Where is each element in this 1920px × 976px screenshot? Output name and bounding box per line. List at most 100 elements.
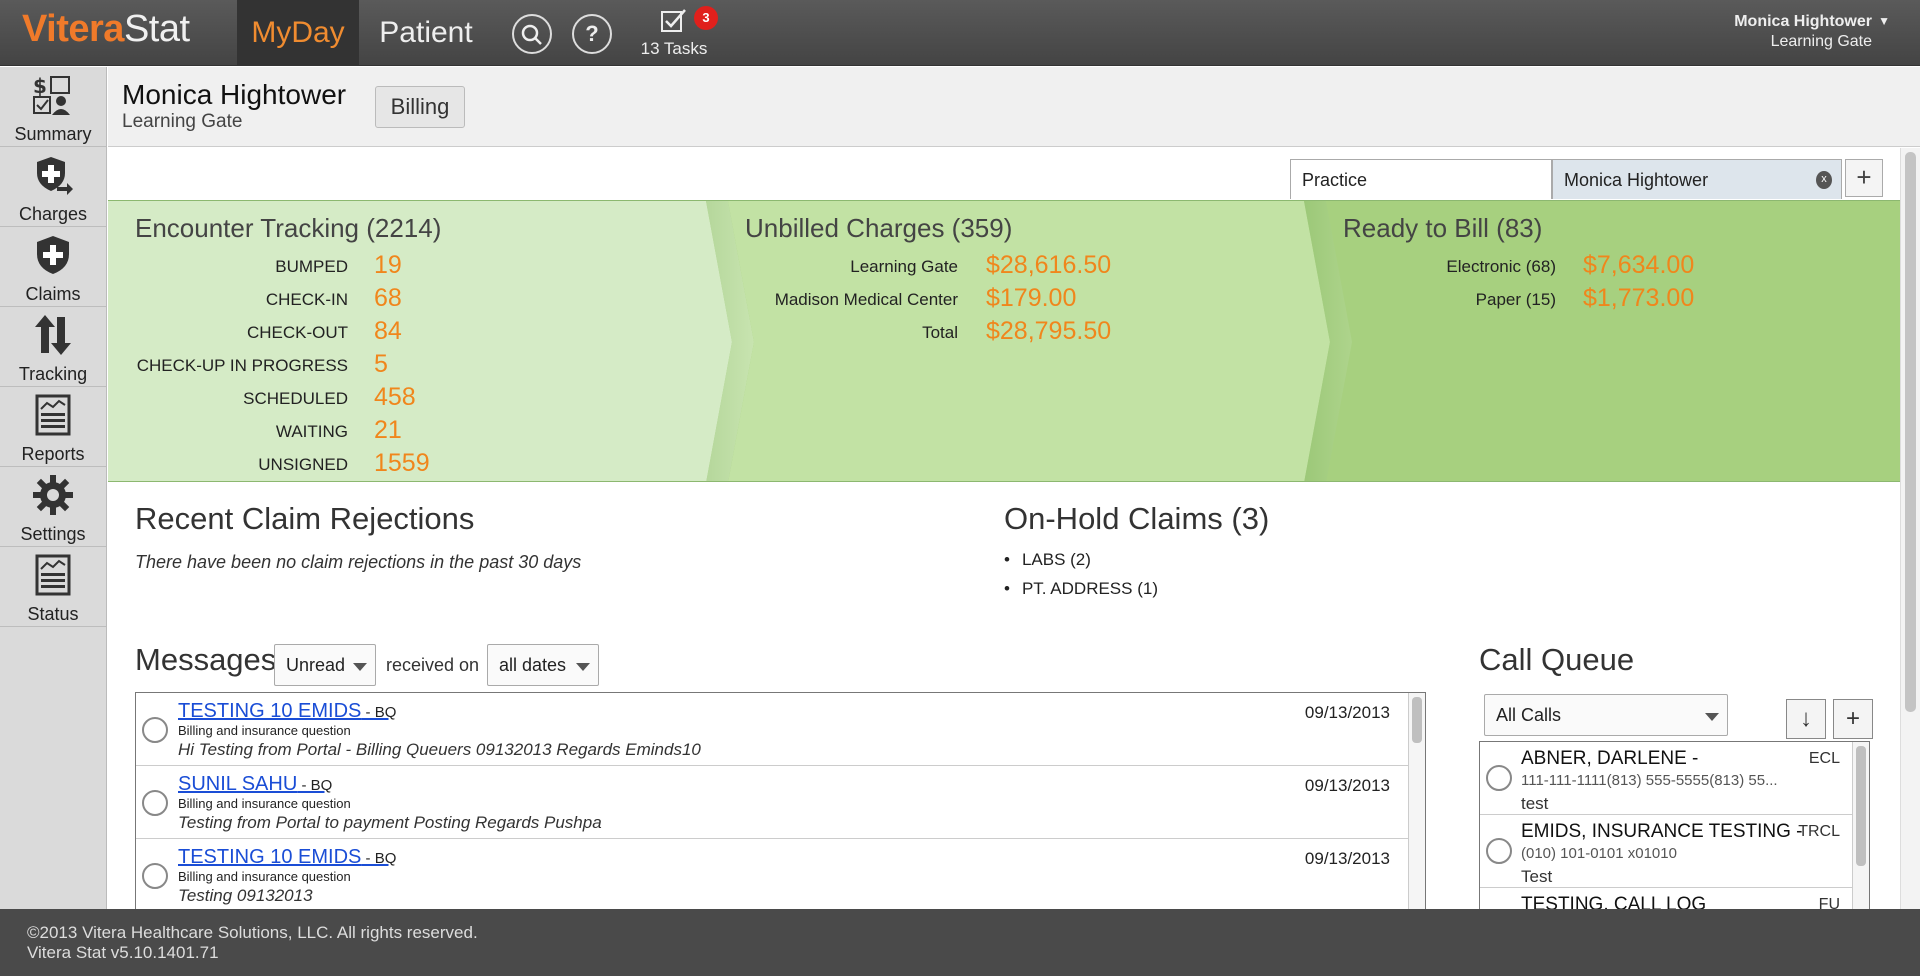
call-note: test <box>1521 794 1549 813</box>
call-code: TRCL <box>1798 823 1840 840</box>
billing-button[interactable]: Billing <box>375 86 465 128</box>
call-queue-item[interactable]: ABNER, DARLENE - 111-111-1111(813) 555-5… <box>1480 742 1852 815</box>
call-code: FU <box>1818 896 1840 909</box>
message-select-radio[interactable] <box>142 717 168 743</box>
app-logo[interactable]: ViteraStat <box>22 8 190 51</box>
scrollbar-thumb[interactable] <box>1905 152 1916 712</box>
sidebar-item-label: Reports <box>21 444 85 464</box>
call-select-radio[interactable] <box>1486 838 1512 864</box>
message-item[interactable]: TESTING 10 EMIDS - BQ Billing and insura… <box>136 839 1408 909</box>
encounter-row-value[interactable]: 1559 <box>374 449 430 478</box>
ready-to-bill-title: Ready to Bill (83) <box>1343 213 1543 243</box>
encounter-row-value[interactable]: 19 <box>374 251 402 280</box>
scrollbar-thumb[interactable] <box>1856 746 1866 866</box>
encounter-row-value[interactable]: 21 <box>374 416 402 445</box>
header-location: Learning Gate <box>122 111 243 132</box>
messages-date-select[interactable]: all dates <box>487 644 599 686</box>
header-user-name: Monica Hightower <box>122 79 347 110</box>
encounter-row-value[interactable]: 5 <box>374 350 388 379</box>
summary-band: Encounter Tracking (2214) BUMPED 19 CHEC… <box>108 200 1900 482</box>
messages-status-select[interactable]: Unread <box>274 644 376 686</box>
tasks-button[interactable]: 3 13 Tasks <box>636 6 718 59</box>
sidebar-item-claims[interactable]: Claims <box>0 227 106 307</box>
sidebar-item-charges[interactable]: Charges <box>0 147 106 227</box>
tasks-label: 13 Tasks <box>640 39 708 58</box>
search-icon <box>521 24 542 45</box>
messages-scrollbar[interactable] <box>1408 693 1425 909</box>
message-body: Hi Testing from Portal - Billing Queuers… <box>178 740 701 759</box>
call-note: Test <box>1521 867 1553 886</box>
message-date: 09/13/2013 <box>1304 849 1390 868</box>
message-item[interactable]: SUNIL SAHU - BQ Billing and insurance qu… <box>136 766 1408 839</box>
user-menu-caret-icon[interactable]: ▼ <box>1878 14 1890 28</box>
user-menu[interactable]: Monica Hightower Learning Gate <box>1734 12 1872 52</box>
search-button[interactable] <box>512 14 552 54</box>
add-tab-button[interactable]: + <box>1845 159 1883 197</box>
encounter-row-value[interactable]: 458 <box>374 383 416 412</box>
unbilled-row-label: Learning Gate <box>850 257 958 276</box>
onhold-claim-item[interactable]: PT. ADDRESS (1) <box>1004 579 1158 608</box>
main-scrollbar[interactable] <box>1900 148 1920 909</box>
claim-rejections-title: Recent Claim Rejections <box>135 501 475 536</box>
call-phone: 111-111-1111(813) 555-5555(813) 55... <box>1521 772 1778 789</box>
gear-icon <box>33 475 73 515</box>
message-item[interactable]: TESTING 10 EMIDS - BQ Billing and insura… <box>136 693 1408 766</box>
close-tab-icon[interactable]: x <box>1816 171 1832 189</box>
message-sender: SUNIL SAHU <box>178 773 298 795</box>
sidebar-item-settings[interactable]: Settings <box>0 467 106 547</box>
encounter-row-label: BUMPED <box>275 257 348 276</box>
help-icon: ? <box>585 21 599 46</box>
plus-icon: + <box>1845 705 1860 732</box>
ready-row-value[interactable]: $1,773.00 <box>1583 284 1694 313</box>
tab-practice[interactable]: Practice <box>1290 159 1552 199</box>
call-queue-item[interactable]: EMIDS, INSURANCE TESTING - (010) 101-010… <box>1480 815 1852 888</box>
message-category: Billing and insurance question <box>178 723 351 738</box>
nav-patient-tab[interactable]: Patient <box>365 0 487 66</box>
unbilled-row-label: Total <box>922 323 958 342</box>
sidebar-item-label: Tracking <box>18 364 88 384</box>
unbilled-row-value[interactable]: $28,795.50 <box>986 317 1111 346</box>
scrollbar-thumb[interactable] <box>1412 697 1422 743</box>
sidebar-item-status[interactable]: Status <box>0 547 106 627</box>
sidebar-item-tracking[interactable]: Tracking <box>0 307 106 387</box>
call-queue-sort-button[interactable]: ↓ <box>1786 699 1826 739</box>
sidebar-item-reports[interactable]: Reports <box>0 387 106 467</box>
call-select-radio[interactable] <box>1486 765 1512 791</box>
help-button[interactable]: ? <box>572 14 612 54</box>
unbilled-row-value[interactable]: $28,616.50 <box>986 251 1111 280</box>
ready-row-label: Electronic (68) <box>1446 257 1556 276</box>
call-phone: (010) 101-0101 x01010 <box>1521 845 1677 862</box>
encounter-row-label: CHECK-IN <box>265 290 348 309</box>
reports-icon <box>35 394 71 436</box>
encounter-row-label: UNSIGNED <box>258 455 348 474</box>
call-queue-filter-select[interactable]: All Calls <box>1484 694 1728 736</box>
message-date: 09/13/2013 <box>1304 776 1390 795</box>
nav-myday-tab[interactable]: MyDay <box>237 0 359 66</box>
message-select-radio[interactable] <box>142 863 168 889</box>
call-queue-add-button[interactable]: + <box>1833 699 1873 739</box>
call-queue-item[interactable]: TESTING, CALL LOG FU <box>1480 888 1852 909</box>
messages-status-value: Unread <box>286 655 346 675</box>
encounter-row-label: WAITING <box>275 422 348 441</box>
chevron-down-icon <box>353 663 367 671</box>
messages-title: Messages <box>135 642 277 677</box>
sidebar-item-label: Settings <box>20 524 86 544</box>
message-sender-link[interactable]: SUNIL SAHU - BQ <box>178 773 332 796</box>
ready-row-value[interactable]: $7,634.00 <box>1583 251 1694 280</box>
message-select-radio[interactable] <box>142 790 168 816</box>
chevron-down-icon <box>576 663 590 671</box>
unbilled-row-value[interactable]: $179.00 <box>986 284 1076 313</box>
message-sender-link[interactable]: TESTING 10 EMIDS - BQ <box>178 846 396 869</box>
encounter-row-value[interactable]: 68 <box>374 284 402 313</box>
logo-brand: Vitera <box>22 8 124 50</box>
call-queue-scrollbar[interactable] <box>1852 742 1869 909</box>
message-sender-link[interactable]: TESTING 10 EMIDS - BQ <box>178 700 396 723</box>
tasks-badge: 3 <box>694 6 718 30</box>
sidebar-item-summary[interactable]: $ Summary <box>0 67 106 147</box>
svg-text:$: $ <box>33 74 47 98</box>
encounter-row-value[interactable]: 84 <box>374 317 402 346</box>
patient-header: Monica Hightower Learning Gate Billing <box>108 67 1920 147</box>
tab-monica-hightower[interactable]: Monica Hightower x <box>1552 159 1842 199</box>
onhold-claim-item[interactable]: LABS (2) <box>1004 550 1158 579</box>
status-icon <box>35 554 71 596</box>
